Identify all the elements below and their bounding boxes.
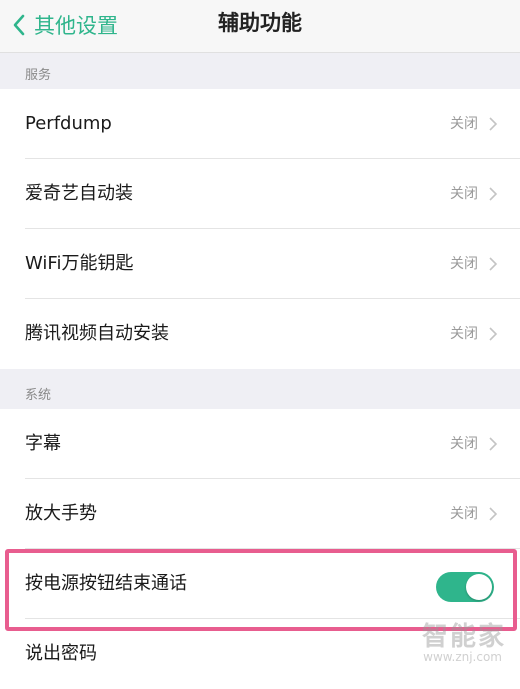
chevron-right-icon (489, 507, 498, 521)
list-item-power-button-ends-call: 按电源按钮结束通话 (0, 549, 520, 619)
status-value: 关闭 (450, 256, 478, 272)
status-value: 关闭 (450, 506, 478, 522)
chevron-right-icon (489, 257, 498, 271)
watermark-logo: 智能家 (421, 622, 506, 652)
chevron-right-icon (489, 327, 498, 341)
section-header-system: 系统 (0, 373, 520, 409)
list-item-label: 说出密码 (25, 643, 97, 664)
chevron-right-icon (489, 117, 498, 131)
services-group: Perfdump 关闭 爱奇艺自动装 关闭 WiFi万能钥匙 关闭 腾讯视频自动… (0, 89, 520, 369)
list-item-iqiyi-auto-install[interactable]: 爱奇艺自动装 关闭 (0, 159, 520, 229)
power-button-ends-call-toggle[interactable] (436, 572, 494, 602)
status-value: 关闭 (450, 116, 478, 132)
list-item-label: 腾讯视频自动安装 (25, 323, 169, 344)
status-value: 关闭 (450, 326, 478, 342)
list-item-wifi-master-key[interactable]: WiFi万能钥匙 关闭 (0, 229, 520, 299)
list-item-label: WiFi万能钥匙 (25, 253, 134, 274)
list-item-label: 放大手势 (25, 503, 97, 524)
list-item-tencent-video-auto-install[interactable]: 腾讯视频自动安装 关闭 (0, 299, 520, 369)
list-item-label: 爱奇艺自动装 (25, 183, 133, 204)
chevron-right-icon (489, 437, 498, 451)
list-item-magnification-gestures[interactable]: 放大手势 关闭 (0, 479, 520, 549)
navigation-bar: 其他设置 辅助功能 (0, 0, 520, 53)
chevron-right-icon (489, 187, 498, 201)
list-item-perfdump[interactable]: Perfdump 关闭 (0, 89, 520, 159)
page-title: 辅助功能 (218, 11, 302, 35)
list-item-subtitles[interactable]: 字幕 关闭 (0, 409, 520, 479)
status-value: 关闭 (450, 436, 478, 452)
watermark-url: www.znj.com (423, 650, 502, 664)
list-item-label: 按电源按钮结束通话 (25, 573, 187, 594)
section-header-services: 服务 (0, 53, 520, 89)
toggle-knob (466, 574, 492, 600)
list-item-label: Perfdump (25, 113, 112, 134)
list-item-label: 字幕 (25, 433, 61, 454)
status-value: 关闭 (450, 186, 478, 202)
